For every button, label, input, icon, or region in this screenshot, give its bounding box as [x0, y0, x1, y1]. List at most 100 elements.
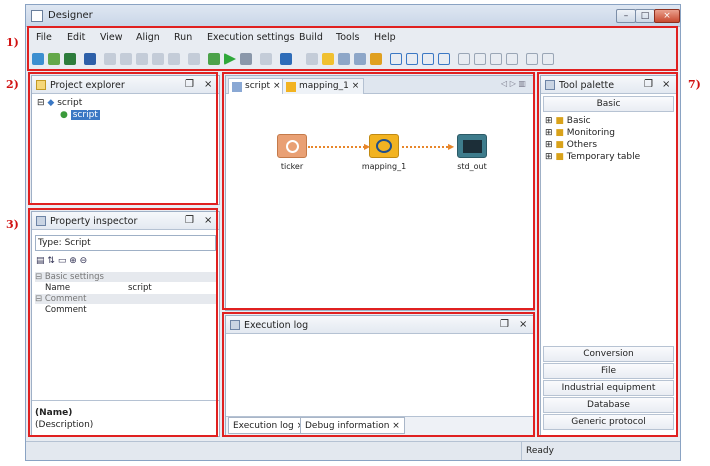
same-width-icon[interactable] [526, 53, 538, 65]
app-icon [31, 10, 43, 22]
connector-ticker-mapping [308, 146, 368, 148]
window-title: Designer [48, 10, 93, 21]
palette-item-temporary-table[interactable]: ⊞ ■ Temporary table [545, 152, 640, 162]
same-height-icon[interactable] [542, 53, 554, 65]
tab-debug-information[interactable]: Debug information × [300, 417, 405, 434]
tree-node-script[interactable]: ● script [60, 110, 100, 120]
stop-icon[interactable] [240, 53, 252, 65]
align-left-icon[interactable] [390, 53, 402, 65]
stdout-node[interactable] [457, 134, 487, 158]
categorized-icon[interactable]: ▤ [36, 256, 45, 266]
palette-icon [545, 80, 555, 90]
view-icon[interactable]: ▭ [58, 256, 67, 266]
type-field: Type: Script [35, 235, 216, 251]
menu-edit[interactable]: Edit [67, 32, 85, 43]
menu-file[interactable]: File [36, 32, 52, 43]
restore-icon[interactable]: ❐ [185, 79, 194, 90]
ticker-node[interactable] [277, 134, 307, 158]
plugin-icon[interactable] [370, 53, 382, 65]
editor-tab-bar: script × mapping_1 × ◁ ▷ ▥ [226, 76, 534, 94]
open-script-icon[interactable] [64, 53, 76, 65]
save-icon[interactable] [84, 53, 96, 65]
cut-icon[interactable] [136, 53, 148, 65]
align-middle-icon[interactable] [458, 53, 470, 65]
expand-icon[interactable]: ⊕ [69, 256, 77, 266]
close-icon[interactable]: × [204, 215, 212, 226]
designer-window: Designer – □ × File Edit View Align Run … [25, 4, 681, 461]
menu-align[interactable]: Align [136, 32, 160, 43]
tab-mapping-1[interactable]: mapping_1 × [282, 78, 365, 94]
execution-log-header: Execution log ❐ × [226, 316, 534, 334]
align-right-icon[interactable] [422, 53, 434, 65]
palette-industrial-equipment-button[interactable]: Industrial equipment [543, 380, 674, 396]
close-icon[interactable]: × [662, 79, 670, 90]
menu-help[interactable]: Help [374, 32, 396, 43]
project-explorer-title: Project explorer [50, 80, 125, 91]
group-basic-settings[interactable]: ⊟ Basic settings [35, 272, 216, 282]
debug-icon[interactable] [260, 53, 272, 65]
palette-item-others[interactable]: ⊞ ■ Others [545, 140, 597, 150]
palette-item-basic[interactable]: ⊞ ■ Basic [545, 116, 591, 126]
copy-icon[interactable] [152, 53, 164, 65]
new-project-icon[interactable] [32, 53, 44, 65]
execution-log-title: Execution log [244, 320, 309, 331]
deploy-icon[interactable] [280, 53, 292, 65]
tool-palette-header: Tool palette ❐ × [541, 76, 676, 94]
group-comment[interactable]: ⊟ Comment [35, 294, 216, 304]
close-icon[interactable]: × [519, 319, 527, 330]
palette-database-button[interactable]: Database [543, 397, 674, 413]
menu-execution-settings[interactable]: Execution settings [207, 32, 295, 43]
restore-icon[interactable]: ❐ [500, 319, 509, 330]
close-icon[interactable]: × [204, 79, 212, 90]
palette-basic-button[interactable]: Basic [543, 96, 674, 112]
paste-icon[interactable] [168, 53, 180, 65]
property-inspector-panel: Property inspector ❐ × Type: Script ▤ ⇅ … [31, 211, 220, 437]
distribute-v-icon[interactable] [506, 53, 518, 65]
property-footer-title: (Name) [35, 408, 73, 418]
tab-script[interactable]: script × [228, 78, 286, 94]
tab-execution-log[interactable]: Execution log × [228, 417, 310, 434]
document-icon[interactable] [338, 53, 350, 65]
link-icon[interactable] [188, 53, 200, 65]
restore-icon[interactable]: ❐ [644, 79, 653, 90]
tool-palette-panel: Tool palette ❐ × Basic ⊞ ■ Basic ⊞ ■ Mon… [540, 75, 677, 437]
tree-node-script-root[interactable]: ⊟ ◆ script [37, 98, 82, 108]
sort-icon[interactable]: ⇅ [47, 256, 55, 266]
property-row-name[interactable]: Name script [35, 283, 216, 293]
menu-tools[interactable]: Tools [336, 32, 359, 43]
menu-run[interactable]: Run [174, 32, 192, 43]
connector-mapping-stdout [402, 146, 452, 148]
palette-file-button[interactable]: File [543, 363, 674, 379]
restore-icon[interactable]: ❐ [185, 215, 194, 226]
align-top-icon[interactable] [438, 53, 450, 65]
menu-build[interactable]: Build [299, 32, 323, 43]
menu-view[interactable]: View [100, 32, 123, 43]
collapse-icon[interactable]: ⊖ [80, 256, 88, 266]
align-bottom-icon[interactable] [474, 53, 486, 65]
toolbar [26, 48, 680, 72]
list-icon[interactable] [354, 53, 366, 65]
folder-icon[interactable] [322, 53, 334, 65]
property-inspector-header: Property inspector ❐ × [32, 212, 219, 230]
mapping-node[interactable] [369, 134, 399, 158]
undo-icon[interactable] [104, 53, 116, 65]
property-row-comment[interactable]: Comment [35, 305, 216, 315]
settings-icon[interactable] [306, 53, 318, 65]
distribute-h-icon[interactable] [490, 53, 502, 65]
palette-generic-protocol-button[interactable]: Generic protocol [543, 414, 674, 430]
script-tab-icon [232, 82, 242, 92]
annotation-7: 7) [688, 78, 701, 91]
open-project-icon[interactable] [48, 53, 60, 65]
align-center-icon[interactable] [406, 53, 418, 65]
close-button[interactable]: × [654, 9, 680, 23]
run-icon[interactable] [224, 53, 236, 65]
tab-nav-icon[interactable]: ◁ ▷ ▥ [501, 79, 526, 88]
build-icon[interactable] [208, 53, 220, 65]
palette-item-monitoring[interactable]: ⊞ ■ Monitoring [545, 128, 615, 138]
terminal-icon [463, 140, 482, 153]
divider [32, 400, 219, 401]
redo-icon[interactable] [120, 53, 132, 65]
palette-conversion-button[interactable]: Conversion [543, 346, 674, 362]
minimize-button[interactable]: – [616, 9, 636, 23]
maximize-button[interactable]: □ [635, 9, 655, 23]
